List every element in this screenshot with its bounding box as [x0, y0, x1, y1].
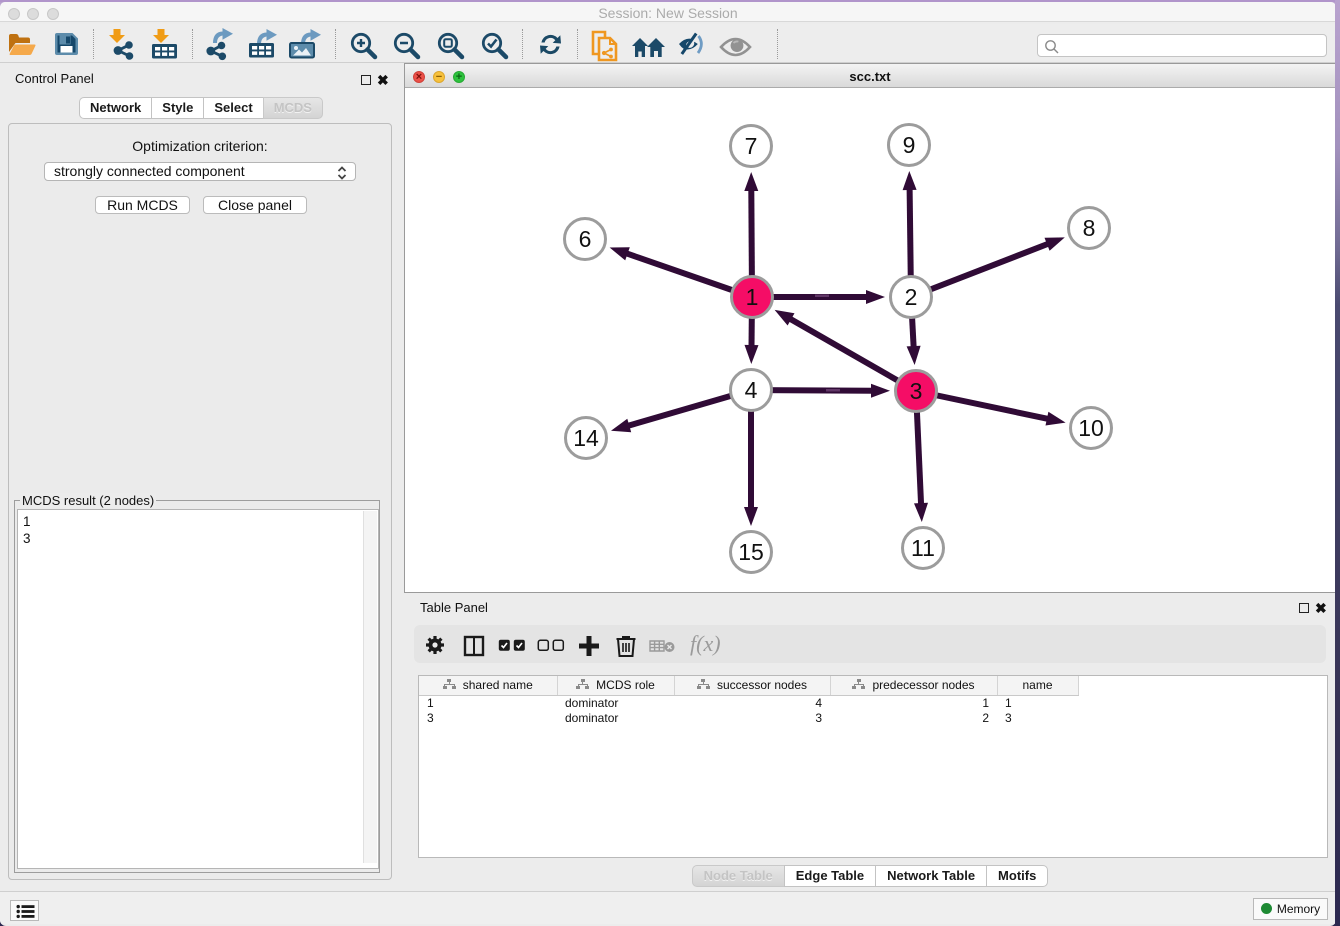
svg-text:2: 2	[905, 284, 918, 310]
svg-text:10: 10	[1078, 415, 1104, 441]
svg-text:14: 14	[573, 425, 599, 451]
svg-text:9: 9	[903, 132, 916, 158]
svg-text:1: 1	[746, 284, 759, 310]
svg-text:4: 4	[745, 377, 758, 403]
svg-text:3: 3	[910, 378, 923, 404]
svg-text:7: 7	[745, 133, 758, 159]
svg-text:8: 8	[1083, 215, 1096, 241]
svg-text:15: 15	[738, 539, 764, 565]
svg-text:11: 11	[911, 535, 935, 561]
svg-text:6: 6	[579, 226, 592, 252]
